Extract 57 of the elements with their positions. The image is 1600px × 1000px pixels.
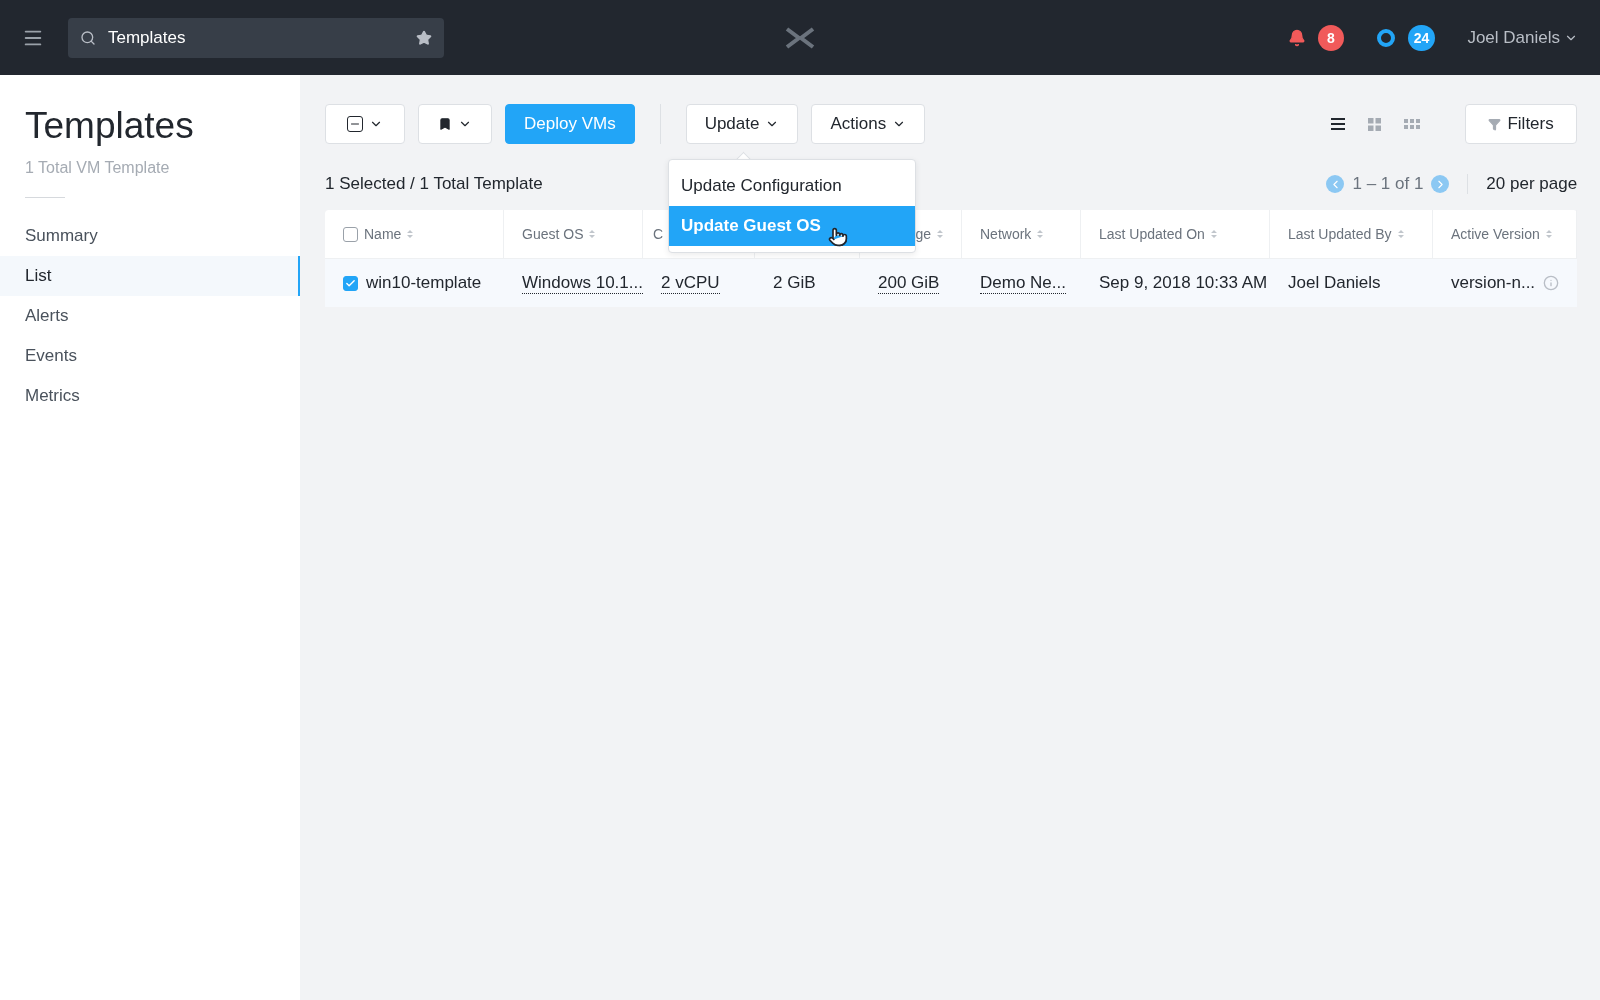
user-menu[interactable]: Joel Daniels <box>1467 27 1578 48</box>
star-icon[interactable] <box>416 29 432 46</box>
sort-icon[interactable] <box>1037 229 1044 239</box>
actions-button[interactable]: Actions <box>811 104 926 144</box>
column-header[interactable]: ge <box>915 226 931 242</box>
column-header[interactable]: Name <box>364 226 402 242</box>
bell-icon[interactable] <box>1287 28 1306 47</box>
hand-pointer-icon <box>828 227 848 247</box>
table-cell: Joel Daniels <box>1288 273 1381 293</box>
bookmark-icon <box>438 117 452 131</box>
update-button[interactable]: Update <box>685 104 799 144</box>
bookmark-menu-button[interactable] <box>418 104 492 144</box>
table-cell: Sep 9, 2018 10:33 AM <box>1099 273 1268 293</box>
per-page-selector[interactable]: 20 per page <box>1467 174 1578 194</box>
column-header[interactable]: Guest OS <box>522 226 584 242</box>
table-cell: version-n... <box>1451 273 1536 293</box>
sidebar-item[interactable]: Summary <box>0 216 300 256</box>
column-header[interactable]: Last Updated On <box>1099 226 1205 242</box>
page-title: Templates <box>24 105 195 147</box>
sort-icon[interactable] <box>937 229 943 239</box>
sort-icon[interactable] <box>1545 229 1552 239</box>
column-header[interactable]: C <box>653 226 664 242</box>
sidebar-item[interactable]: Alerts <box>0 296 300 336</box>
row-checkbox[interactable] <box>343 275 358 291</box>
column-header[interactable]: Network <box>980 226 1032 242</box>
previous-page-button[interactable] <box>1326 175 1345 193</box>
page-subtitle: 1 Total VM Template <box>24 158 171 177</box>
list-view-icon[interactable] <box>1331 118 1346 130</box>
sort-icon[interactable] <box>1210 229 1217 239</box>
column-header[interactable]: Active Version <box>1451 226 1540 242</box>
sidebar-item[interactable]: Events <box>0 336 300 376</box>
check-icon <box>345 277 356 289</box>
table-cell: win10-template <box>366 273 482 293</box>
selection-summary: 1 Selected / 1 Total Template <box>325 174 543 194</box>
next-page-button[interactable] <box>1431 175 1450 193</box>
filters-button[interactable]: Filters <box>1465 104 1578 144</box>
grid-view-icon[interactable] <box>1368 117 1382 131</box>
menu-item[interactable]: Update Configuration <box>669 166 915 206</box>
search-bar[interactable]: Templates <box>68 17 444 58</box>
page-range: 1 – 1 of 1 <box>1352 174 1424 194</box>
sort-icon[interactable] <box>1397 229 1404 239</box>
minus-box-icon <box>347 116 363 132</box>
search-icon <box>80 29 96 46</box>
sidebar-item[interactable]: List <box>0 256 300 296</box>
info-icon[interactable] <box>1543 275 1560 291</box>
sort-icon[interactable] <box>589 229 596 239</box>
logo-icon <box>785 26 815 49</box>
task-ring-icon[interactable] <box>1375 27 1396 48</box>
column-header[interactable]: Last Updated By <box>1288 226 1392 242</box>
table-cell: 2 GiB <box>773 273 816 293</box>
sort-icon[interactable] <box>407 229 414 239</box>
search-field[interactable]: Templates <box>106 26 406 49</box>
sidebar-item[interactable]: Metrics <box>0 376 300 416</box>
filter-icon <box>1488 117 1502 131</box>
select-menu-button[interactable] <box>325 104 405 144</box>
tile-view-icon[interactable] <box>1404 119 1421 129</box>
select-all-checkbox[interactable] <box>343 226 358 242</box>
